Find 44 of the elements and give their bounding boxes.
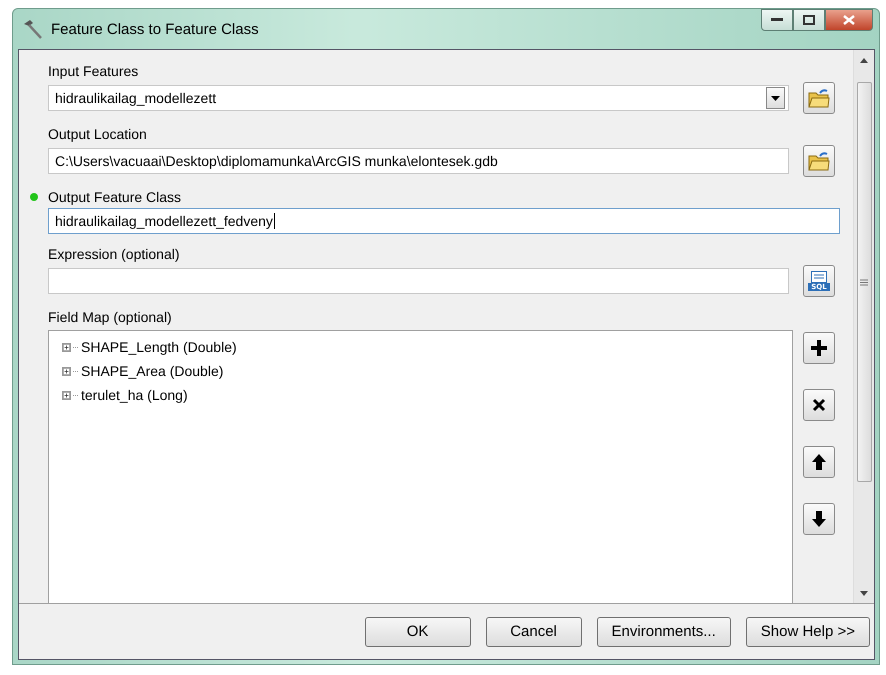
arrow-down-icon <box>811 510 827 528</box>
move-up-button[interactable] <box>803 446 835 478</box>
dialog-button[interactable]: Environments... <box>596 616 731 646</box>
browse-button[interactable] <box>803 82 835 114</box>
close-icon <box>843 15 855 25</box>
field-label: Input Features <box>48 62 138 80</box>
dialog-button[interactable]: Cancel <box>486 616 582 646</box>
tree-item[interactable]: terulet_ha (Long) <box>62 383 792 407</box>
input-field[interactable] <box>48 268 789 294</box>
scrollbar[interactable] <box>853 50 874 603</box>
dialog-button[interactable]: OK <box>364 616 471 646</box>
arrow-down-icon[interactable] <box>860 590 868 596</box>
expand-icon[interactable] <box>62 366 71 376</box>
field-label: Output Feature Class <box>48 188 182 206</box>
expand-icon[interactable] <box>62 342 71 352</box>
tree-item[interactable]: SHAPE_Area (Double) <box>62 359 792 383</box>
browse-button[interactable] <box>803 145 835 177</box>
close-icon <box>812 398 826 412</box>
minimize-button[interactable] <box>761 9 793 31</box>
grip-icon <box>860 278 868 286</box>
folder-icon <box>808 151 830 171</box>
input-field[interactable]: C:\Users\vacuaai\Desktop\diplomamunka\ArcGIS munka\elontesek.gdb <box>48 148 789 174</box>
caret-icon <box>771 96 780 100</box>
add-button[interactable] <box>803 332 835 364</box>
field-label: Field Map (optional) <box>48 308 172 326</box>
field-label: Expression (optional) <box>48 245 180 263</box>
remove-button[interactable] <box>803 389 835 421</box>
maximize-button[interactable] <box>793 9 825 31</box>
expand-icon[interactable] <box>62 390 71 400</box>
close-button[interactable] <box>825 9 873 31</box>
input-field[interactable]: hidraulikailag_modellezett_fedveny <box>48 208 840 234</box>
dropdown-field[interactable]: hidraulikailag_modellezett <box>48 85 789 111</box>
document-icon <box>810 271 827 283</box>
folder-icon <box>808 88 830 108</box>
plus-icon <box>810 339 828 357</box>
arrow-up-icon[interactable] <box>860 58 868 62</box>
dialog-button[interactable]: Show Help >> <box>746 616 870 646</box>
tree-item[interactable]: SHAPE_Length (Double) <box>62 335 792 359</box>
window-title: Feature Class to Feature Class <box>51 20 260 38</box>
maximize-icon <box>803 15 815 25</box>
arrow-up-icon <box>811 453 827 471</box>
move-down-button[interactable] <box>803 503 835 535</box>
field-label: Output Location <box>48 125 147 143</box>
minimize-icon <box>771 18 783 22</box>
